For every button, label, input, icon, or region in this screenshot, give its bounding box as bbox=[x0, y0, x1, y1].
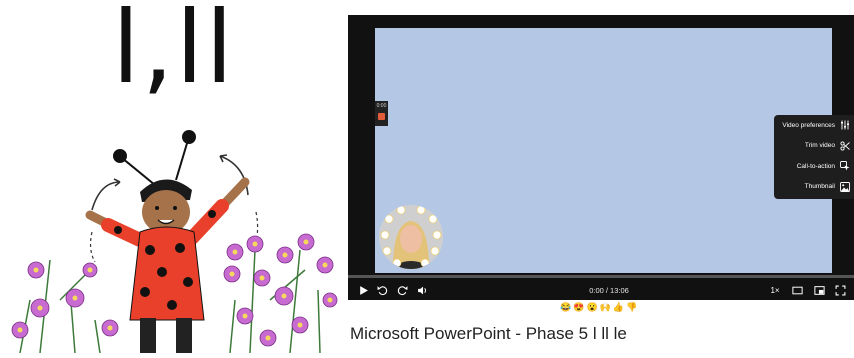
playback-speed-button[interactable]: 1× bbox=[768, 283, 782, 297]
progress-bar[interactable] bbox=[348, 275, 854, 278]
reaction-emoji[interactable]: 👍 bbox=[613, 302, 624, 316]
forward-icon bbox=[397, 285, 407, 295]
play-button[interactable] bbox=[357, 283, 369, 297]
reaction-emoji[interactable]: 🙌 bbox=[600, 302, 611, 316]
recording-widget: 0:00 bbox=[375, 101, 388, 126]
pip-icon bbox=[813, 285, 825, 295]
presenter-avatar bbox=[379, 205, 443, 269]
rewind-button[interactable] bbox=[376, 283, 388, 297]
video-canvas[interactable] bbox=[375, 28, 832, 273]
lesson-letters: l,ll bbox=[112, 0, 236, 106]
cursor-click-icon bbox=[840, 161, 850, 171]
lesson-illustration: l,ll bbox=[0, 0, 345, 354]
rectangle-icon bbox=[791, 286, 803, 294]
time-display: 0:00 / 13:06 bbox=[589, 285, 629, 295]
call-to-action-option[interactable]: Call-to-action bbox=[774, 156, 854, 177]
reaction-emoji[interactable]: 😮 bbox=[586, 302, 597, 316]
video-title: Microsoft PowerPoint - Phase 5 l ll le bbox=[350, 324, 627, 343]
option-label: Thumbnail bbox=[804, 183, 835, 191]
theater-mode-button[interactable] bbox=[791, 283, 803, 297]
volume-button[interactable] bbox=[416, 283, 428, 297]
stop-recording-button[interactable] bbox=[378, 113, 385, 120]
recording-time: 0:00 bbox=[376, 103, 387, 109]
option-label: Video preferences bbox=[782, 121, 835, 129]
volume-icon bbox=[417, 286, 426, 294]
webcam-bubble[interactable] bbox=[379, 205, 443, 269]
thumbnail-option[interactable]: Thumbnail bbox=[774, 177, 854, 198]
video-options-panel: Video preferences Trim video Call-to-act… bbox=[774, 115, 854, 199]
reaction-emoji[interactable]: 😂 bbox=[560, 302, 571, 316]
player-controls: 0:00 / 13:06 1× bbox=[348, 280, 854, 300]
picture-in-picture-button[interactable] bbox=[813, 283, 825, 297]
fullscreen-icon bbox=[835, 285, 845, 295]
reaction-emoji[interactable]: 👎 bbox=[626, 302, 637, 316]
scissors-icon bbox=[840, 141, 850, 151]
fullscreen-button[interactable] bbox=[834, 283, 846, 297]
video-preferences-option[interactable]: Video preferences bbox=[774, 115, 854, 136]
play-icon bbox=[359, 285, 368, 295]
video-player[interactable]: 0:00 Video preferences Trim video Call-t… bbox=[348, 15, 854, 300]
forward-button[interactable] bbox=[396, 283, 408, 297]
sliders-icon bbox=[841, 120, 849, 130]
option-label: Trim video bbox=[804, 142, 835, 150]
reaction-emoji[interactable]: 😍 bbox=[573, 302, 584, 316]
trim-video-option[interactable]: Trim video bbox=[774, 136, 854, 157]
reaction-bar: 😂 😍 😮 🙌 👍 👎 bbox=[560, 302, 650, 316]
image-icon bbox=[840, 181, 850, 192]
rewind-icon bbox=[377, 285, 387, 295]
option-label: Call-to-action bbox=[796, 162, 835, 170]
